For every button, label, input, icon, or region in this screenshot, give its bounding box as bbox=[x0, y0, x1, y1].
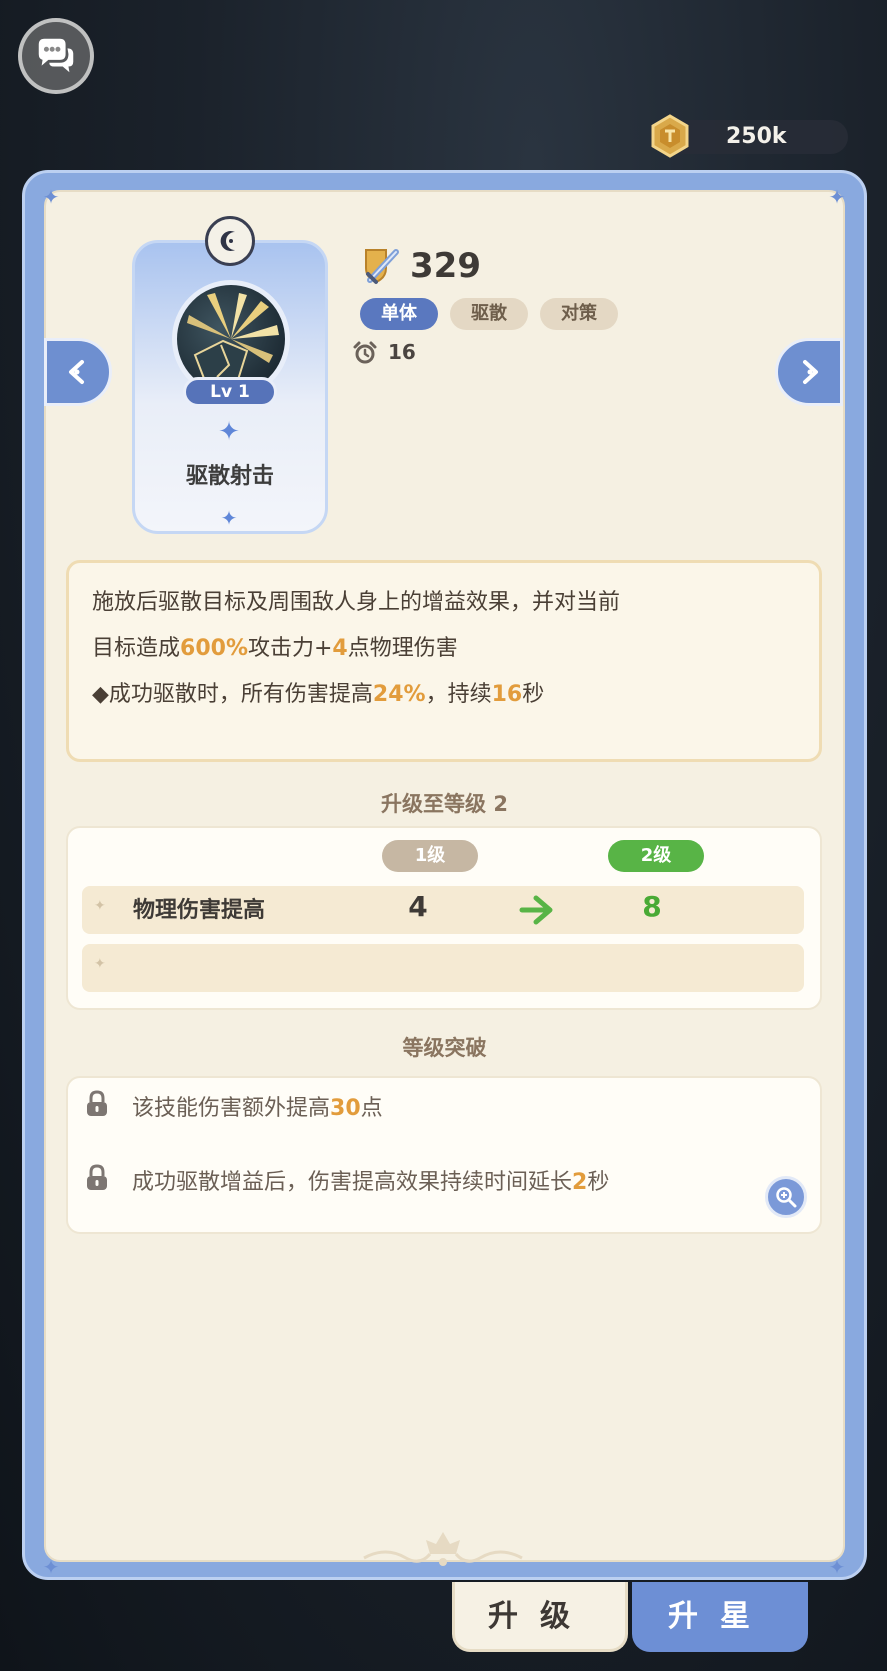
chat-bubbles-icon bbox=[38, 38, 74, 73]
panel-ornament-icon bbox=[360, 1524, 526, 1568]
sparkle-icon: ✦ bbox=[218, 417, 240, 447]
lock-icon bbox=[84, 1090, 110, 1118]
corner-ornament-icon: ✦ bbox=[42, 185, 60, 209]
tab-upgrade[interactable]: 升级 bbox=[452, 1582, 628, 1652]
skill-tag-dispel: 驱散 bbox=[450, 298, 528, 330]
currency-display: 250k bbox=[651, 114, 848, 158]
breakthrough-item: 该技能伤害额外提高30点 bbox=[132, 1096, 383, 1121]
upgrade-section-title: 升级至等级 2 bbox=[381, 792, 508, 816]
table-row bbox=[82, 944, 804, 992]
corner-ornament-icon: ✦ bbox=[42, 1555, 60, 1579]
row-star-icon: ✦ bbox=[94, 898, 106, 914]
alarm-clock-icon bbox=[352, 340, 378, 366]
corner-ornament-icon: ✦ bbox=[828, 185, 846, 209]
breakthrough-section-title: 等级突破 bbox=[402, 1036, 487, 1060]
arrow-right-icon bbox=[518, 892, 558, 928]
arrow-left-icon bbox=[69, 360, 84, 384]
breakthrough-item: 成功驱散增益后，伤害提高效果持续时间延长2秒 bbox=[132, 1170, 610, 1195]
current-level-pill: 1级 bbox=[382, 840, 478, 872]
moon-badge-icon bbox=[205, 216, 255, 266]
description-line-1: 施放后驱散目标及周围敌人身上的增益效果，并对当前 bbox=[92, 590, 621, 615]
sparkle-icon: ✦ bbox=[220, 506, 238, 530]
description-line-2: 目标造成600%攻击力+4点物理伤害 bbox=[92, 636, 458, 661]
stat-old-value: 4 bbox=[408, 890, 428, 923]
prev-skill-button[interactable] bbox=[44, 338, 112, 406]
chat-button[interactable] bbox=[18, 18, 94, 94]
zoom-in-icon bbox=[776, 1187, 797, 1208]
shield-sword-icon bbox=[360, 244, 404, 288]
zoom-in-button[interactable] bbox=[765, 1176, 807, 1218]
gold-coin-icon bbox=[648, 114, 692, 158]
skill-power-value: 329 bbox=[410, 246, 481, 286]
stat-new-value: 8 bbox=[642, 890, 662, 923]
row-star-icon: ✦ bbox=[94, 956, 106, 972]
lock-icon bbox=[84, 1164, 110, 1192]
skill-tag-counter: 对策 bbox=[540, 298, 618, 330]
skill-tag-single-target: 单体 bbox=[360, 298, 438, 330]
currency-amount: 250k bbox=[726, 124, 787, 149]
skill-name: 驱散射击 bbox=[185, 464, 274, 489]
next-skill-button[interactable] bbox=[775, 338, 843, 406]
stat-label: 物理伤害提高 bbox=[133, 898, 266, 923]
skill-level-badge: Lv 1 bbox=[183, 377, 277, 407]
corner-ornament-icon: ✦ bbox=[828, 1555, 846, 1579]
next-level-pill: 2级 bbox=[608, 840, 704, 872]
tab-star-up[interactable]: 升星 bbox=[632, 1582, 808, 1652]
arrow-right-icon bbox=[803, 360, 818, 384]
skill-cooldown-value: 16 bbox=[388, 340, 416, 364]
description-line-3: ◆成功驱散时，所有伤害提高24%，持续16秒 bbox=[92, 682, 545, 707]
